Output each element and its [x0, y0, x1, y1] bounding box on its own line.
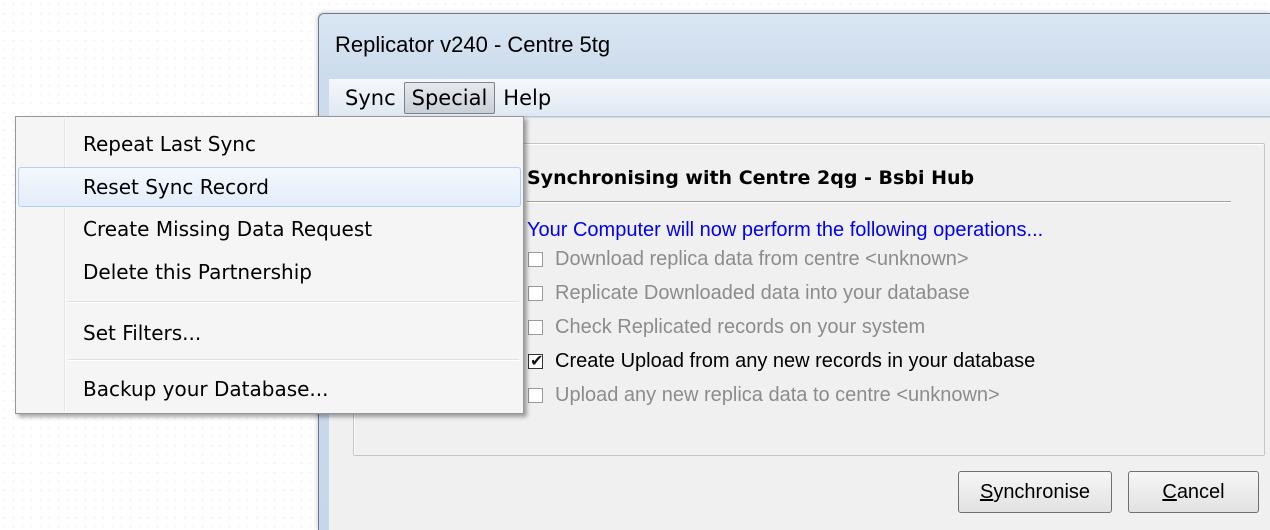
menu-separator: [68, 301, 519, 303]
checkmark-icon: ✔: [530, 350, 544, 370]
checkbox-replicate: [528, 285, 543, 301]
cancel-label: ancel: [1176, 480, 1225, 503]
cancel-button[interactable]: Cancel: [1128, 471, 1259, 513]
operation-label: Upload any new replica data to centre <u…: [555, 383, 1000, 406]
operations-intro: Your Computer will now perform the follo…: [527, 219, 1044, 241]
cancel-accelerator: C: [1162, 480, 1177, 503]
checkbox-check: [528, 319, 543, 335]
sync-heading: Synchronising with Centre 2qg - Bsbi Hub: [527, 167, 975, 189]
synchronise-button[interactable]: Synchronise: [958, 471, 1112, 513]
operation-label: Create Upload from any new records in yo…: [555, 349, 1036, 372]
operation-create-upload[interactable]: ✔ Create Upload from any new records in …: [528, 348, 1035, 374]
menu-item-reset-sync-record[interactable]: Reset Sync Record: [18, 167, 521, 207]
menu-item-create-missing-data-request[interactable]: Create Missing Data Request: [18, 209, 521, 249]
special-menu-dropdown: Repeat Last Sync Reset Sync Record Creat…: [15, 116, 524, 414]
menu-special[interactable]: Special: [403, 81, 496, 114]
checkbox-upload: [528, 387, 543, 403]
operation-label: Check Replicated records on your system: [555, 315, 926, 338]
menu-help[interactable]: Help: [495, 82, 559, 114]
window-title: Replicator v240 - Centre 5tg: [335, 32, 611, 57]
heading-divider: [527, 201, 1231, 203]
operation-replicate: Replicate Downloaded data into your data…: [528, 280, 970, 306]
menu-item-repeat-last-sync[interactable]: Repeat Last Sync: [18, 124, 521, 164]
operation-download: Download replica data from centre <unkno…: [528, 246, 969, 272]
checkbox-create-upload[interactable]: ✔: [528, 350, 544, 370]
menu-sync[interactable]: Sync: [337, 82, 404, 114]
operation-label: Replicate Downloaded data into your data…: [555, 281, 970, 304]
menu-bar: Sync Special Help: [329, 79, 1270, 117]
menu-item-set-filters[interactable]: Set Filters...: [18, 313, 521, 353]
operation-label: Download replica data from centre <unkno…: [555, 247, 969, 270]
operation-upload: Upload any new replica data to centre <u…: [528, 382, 1000, 408]
synchronise-label: ynchronise: [993, 480, 1091, 503]
operation-check: Check Replicated records on your system: [528, 314, 925, 340]
checkbox-download: [528, 251, 543, 267]
synchronise-accelerator: S: [979, 480, 994, 503]
menu-item-backup-database[interactable]: Backup your Database...: [18, 369, 521, 409]
menu-item-delete-partnership[interactable]: Delete this Partnership: [18, 252, 521, 292]
menu-separator: [68, 359, 519, 361]
